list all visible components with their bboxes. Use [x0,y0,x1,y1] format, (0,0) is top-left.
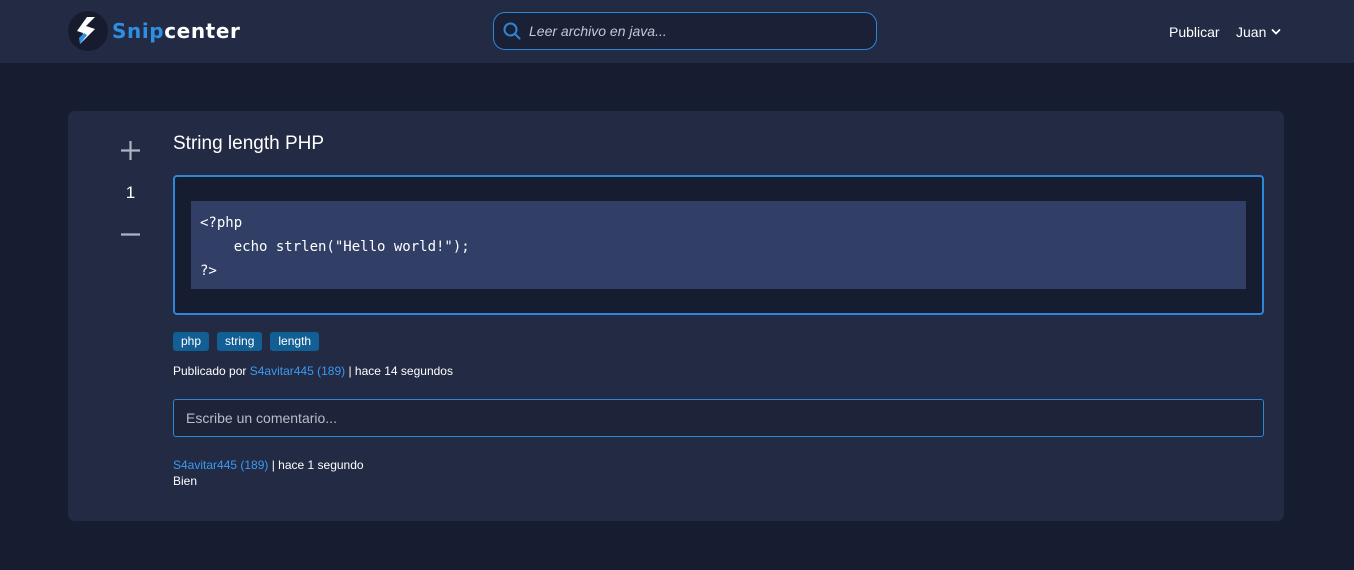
logo-text-snip: Snip [112,19,165,43]
search-icon [503,22,521,40]
top-navbar: Snipcenter Publicar Juan [0,0,1354,63]
lightning-bolt-icon [68,11,108,51]
code-content: <?php echo strlen("Hello world!"); ?> [191,201,1246,289]
minus-icon[interactable] [120,224,141,245]
plus-icon[interactable] [120,140,141,161]
site-logo[interactable]: Snipcenter [68,11,240,51]
logo-text-center: center [164,19,241,43]
comment-body: Bien [173,474,198,488]
published-prefix: Publicado por [173,364,250,378]
snippet-title: String length PHP [173,133,325,154]
author-link[interactable]: S4avitar445 (189) [250,364,345,378]
tag-list: php string length [173,332,320,351]
snippet-card: 1 String length PHP <?php echo strlen("H… [68,111,1284,521]
tag-length[interactable]: length [270,332,320,351]
comment-time: | hace 1 segundo [268,458,364,472]
vote-count: 1 [125,183,136,202]
comment-input[interactable] [173,399,1264,437]
tag-string[interactable]: string [217,332,263,351]
comment-author-link[interactable]: S4avitar445 (189) [173,458,268,472]
comment-meta: S4avitar445 (189) | hace 1 segundo [173,458,364,472]
chevron-down-icon [1271,29,1281,35]
site-logo-text: Snipcenter [112,19,240,43]
user-menu[interactable]: Juan [1236,24,1281,40]
search-input[interactable] [529,16,849,46]
tag-php[interactable]: php [173,332,210,351]
user-name: Juan [1236,24,1267,40]
post-meta: Publicado por S4avitar445 (189) | hace 1… [173,364,453,378]
code-block: <?php echo strlen("Hello world!"); ?> [173,175,1264,315]
search-bar [493,12,877,50]
publish-link[interactable]: Publicar [1169,24,1220,40]
published-time: | hace 14 segundos [345,364,453,378]
